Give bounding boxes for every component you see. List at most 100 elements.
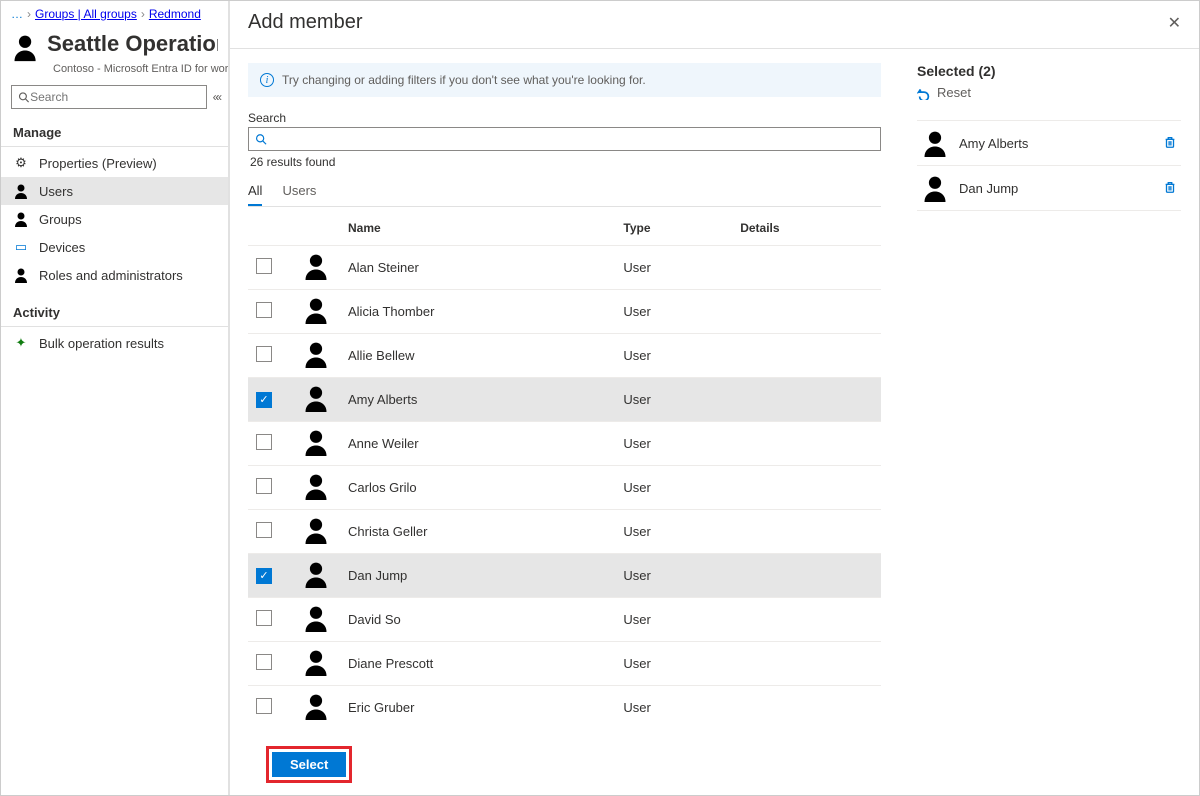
row-details xyxy=(732,598,881,642)
nav-devices[interactable]: ▭ Devices xyxy=(1,233,228,261)
row-type: User xyxy=(615,554,732,598)
row-type: User xyxy=(615,334,732,378)
table-row[interactable]: ✓ Dan JumpUser xyxy=(248,554,881,598)
nav-label: Roles and administrators xyxy=(39,268,183,283)
row-checkbox[interactable] xyxy=(256,258,272,274)
selected-name: Amy Alberts xyxy=(959,136,1028,151)
avatar xyxy=(302,648,330,676)
sliders-icon: ⚙ xyxy=(13,155,29,171)
avatar xyxy=(921,174,949,202)
row-checkbox[interactable] xyxy=(256,302,272,318)
user-table-scroll[interactable]: Name Type Details Alan SteinerUserAlicia… xyxy=(248,211,881,734)
info-icon: i xyxy=(260,73,274,87)
table-row[interactable]: Anne WeilerUser xyxy=(248,422,881,466)
row-name: Christa Geller xyxy=(340,510,615,554)
sidebar-search[interactable] xyxy=(11,85,207,109)
table-row[interactable]: Christa GellerUser xyxy=(248,510,881,554)
selected-item[interactable]: Dan Jump xyxy=(917,166,1181,211)
nav-properties[interactable]: ⚙ Properties (Preview) xyxy=(1,149,228,177)
group-icon xyxy=(11,31,39,63)
row-checkbox[interactable] xyxy=(256,610,272,626)
page-subtitle: Contoso - Microsoft Entra ID for workfor… xyxy=(1,63,228,75)
row-checkbox[interactable] xyxy=(256,478,272,494)
table-row[interactable]: Alicia ThomberUser xyxy=(248,290,881,334)
sidebar-search-input[interactable] xyxy=(30,90,200,104)
table-row[interactable]: ✓Amy AlbertsUser xyxy=(248,378,881,422)
row-type: User xyxy=(615,290,732,334)
row-name: Alicia Thomber xyxy=(340,290,615,334)
row-name: Dan Jump xyxy=(340,554,615,598)
row-name: Eric Gruber xyxy=(340,686,615,730)
row-name: Carlos Grilo xyxy=(340,466,615,510)
row-type: User xyxy=(615,466,732,510)
select-button-highlight: Select xyxy=(266,746,352,783)
row-details xyxy=(732,422,881,466)
member-search-input[interactable] xyxy=(272,132,874,147)
reset-link[interactable]: Reset xyxy=(917,85,1181,100)
col-details[interactable]: Details xyxy=(732,211,881,246)
row-type: User xyxy=(615,642,732,686)
nav-label: Bulk operation results xyxy=(39,336,164,351)
row-details xyxy=(732,334,881,378)
table-row[interactable]: Eric GruberUser xyxy=(248,686,881,730)
col-type[interactable]: Type xyxy=(615,211,732,246)
row-checkbox[interactable] xyxy=(256,698,272,714)
close-button[interactable]: ✕ xyxy=(1168,13,1181,33)
avatar xyxy=(302,692,330,720)
avatar xyxy=(302,560,330,588)
avatar xyxy=(302,604,330,632)
overlay-title: Add member xyxy=(248,11,363,34)
row-type: User xyxy=(615,510,732,554)
breadcrumb-ellipsis[interactable]: … xyxy=(11,7,23,21)
collapse-icon[interactable]: «« xyxy=(213,90,218,104)
table-row[interactable]: David SoUser xyxy=(248,598,881,642)
nav-roles[interactable]: Roles and administrators xyxy=(1,261,228,289)
member-search[interactable] xyxy=(248,127,881,151)
row-type: User xyxy=(615,598,732,642)
avatar xyxy=(302,472,330,500)
selected-item[interactable]: Amy Alberts xyxy=(917,120,1181,166)
nav-label: Users xyxy=(39,184,73,199)
row-details xyxy=(732,466,881,510)
row-details xyxy=(732,246,881,290)
trash-icon xyxy=(1163,180,1177,194)
reset-label: Reset xyxy=(937,85,971,100)
user-icon xyxy=(13,183,29,199)
nav-groups[interactable]: Groups xyxy=(1,205,228,233)
row-name: David So xyxy=(340,598,615,642)
table-row[interactable]: Alan SteinerUser xyxy=(248,246,881,290)
table-row[interactable]: Diane PrescottUser xyxy=(248,642,881,686)
remove-selected[interactable] xyxy=(1163,180,1177,197)
row-details xyxy=(732,686,881,730)
breadcrumb-redmond[interactable]: Redmond xyxy=(149,7,201,21)
row-details xyxy=(732,510,881,554)
results-count: 26 results found xyxy=(250,155,881,169)
col-name[interactable]: Name xyxy=(340,211,615,246)
nav-bulk-results[interactable]: ✦ Bulk operation results xyxy=(1,329,228,357)
undo-icon xyxy=(917,86,931,100)
table-row[interactable]: Allie BellewUser xyxy=(248,334,881,378)
page-title: Seattle Operations xyxy=(47,31,218,57)
nav-label: Devices xyxy=(39,240,85,255)
select-button[interactable]: Select xyxy=(272,752,346,777)
row-type: User xyxy=(615,378,732,422)
row-checkbox[interactable] xyxy=(256,346,272,362)
devices-icon: ▭ xyxy=(13,239,29,255)
row-checkbox[interactable] xyxy=(256,654,272,670)
tab-all[interactable]: All xyxy=(248,177,262,206)
row-checkbox[interactable]: ✓ xyxy=(256,392,272,408)
row-name: Alan Steiner xyxy=(340,246,615,290)
row-details xyxy=(732,290,881,334)
table-row[interactable]: Carlos GriloUser xyxy=(248,466,881,510)
nav-users[interactable]: Users xyxy=(1,177,228,205)
row-checkbox[interactable] xyxy=(256,434,272,450)
remove-selected[interactable] xyxy=(1163,135,1177,152)
avatar xyxy=(302,516,330,544)
breadcrumb-groups[interactable]: Groups | All groups xyxy=(35,7,137,21)
row-name: Diane Prescott xyxy=(340,642,615,686)
tab-users[interactable]: Users xyxy=(282,177,316,206)
avatar xyxy=(302,252,330,280)
row-checkbox[interactable] xyxy=(256,522,272,538)
row-details xyxy=(732,378,881,422)
row-checkbox[interactable]: ✓ xyxy=(256,568,272,584)
